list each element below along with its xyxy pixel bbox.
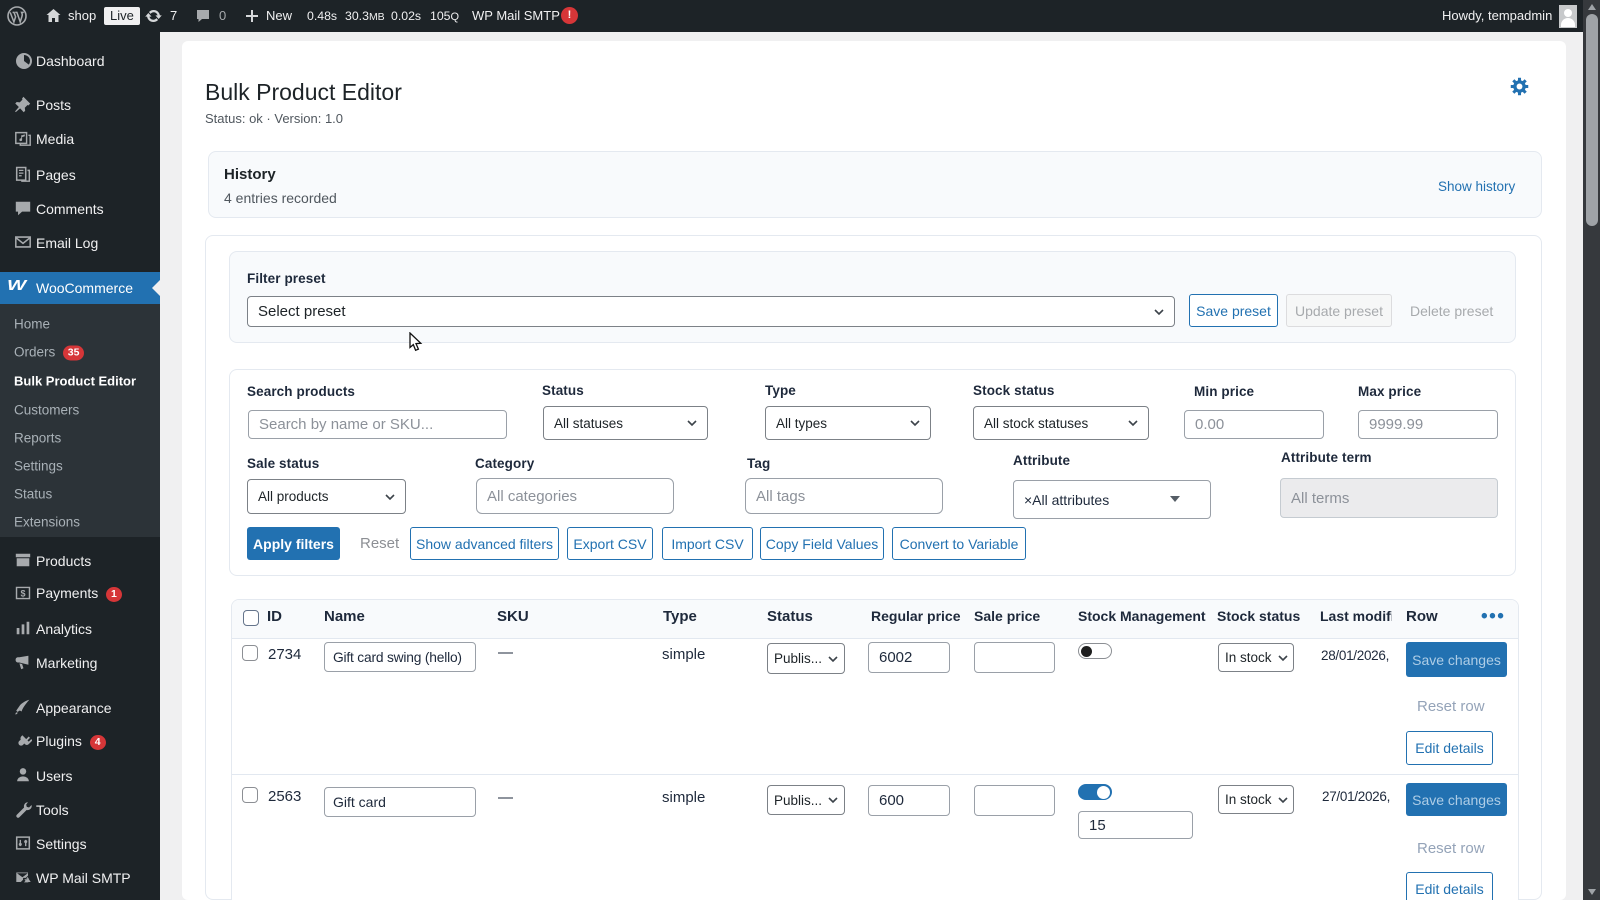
svg-text:$: $ — [20, 589, 25, 599]
